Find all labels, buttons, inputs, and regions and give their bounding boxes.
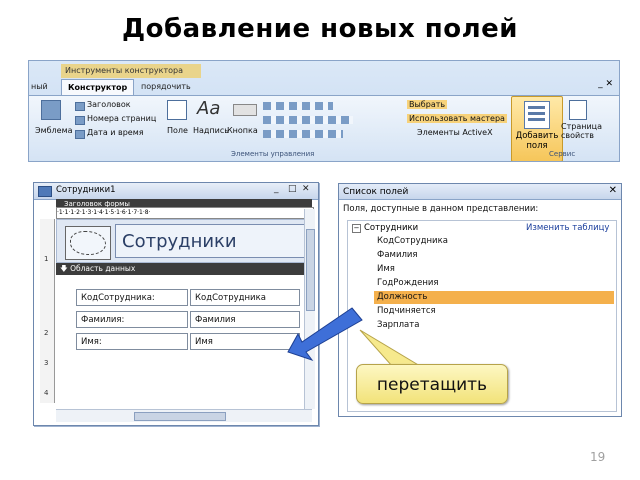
callout-pointer (359, 329, 422, 367)
drag-arrow-icon (287, 307, 363, 361)
page-number: 19 (590, 450, 606, 464)
drag-arrow-overlay (287, 307, 422, 367)
drag-callout: перетащить (356, 364, 508, 404)
